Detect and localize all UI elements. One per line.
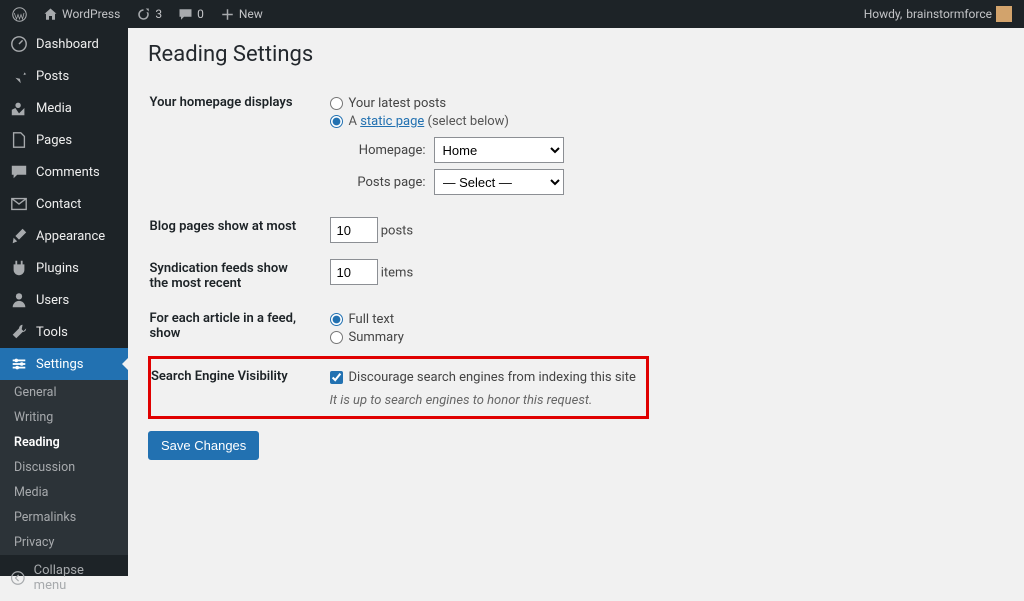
- sidebar-item-label: Plugins: [36, 261, 79, 276]
- radio-latest-label: Your latest posts: [349, 96, 447, 111]
- collapse-label: Collapse menu: [34, 563, 118, 593]
- submenu-media[interactable]: Media: [0, 480, 128, 505]
- sidebar-item-label: Users: [36, 293, 69, 308]
- sev-checkbox-label: Discourage search engines from indexing …: [349, 370, 636, 385]
- comments-link[interactable]: 0: [172, 0, 210, 28]
- dashboard-icon: [10, 35, 28, 53]
- search-engine-visibility-row: Search Engine Visibility Discourage sear…: [150, 358, 648, 418]
- sidebar-item-label: Media: [36, 101, 72, 116]
- sidebar-item-label: Dashboard: [36, 37, 99, 52]
- submenu-privacy[interactable]: Privacy: [0, 530, 128, 555]
- row-blogpages-label: Blog pages show at most: [150, 209, 320, 251]
- radio-full-label: Full text: [349, 312, 395, 327]
- submenu-permalinks[interactable]: Permalinks: [0, 505, 128, 530]
- sidebar-item-users[interactable]: Users: [0, 284, 128, 316]
- blog-pages-input[interactable]: [330, 217, 378, 243]
- submenu-reading[interactable]: Reading: [0, 430, 128, 455]
- radio-full-text[interactable]: [330, 313, 343, 326]
- tools-icon: [10, 323, 28, 341]
- sidebar-item-settings[interactable]: Settings: [0, 348, 128, 380]
- settings-submenu: General Writing Reading Discussion Media…: [0, 380, 128, 555]
- settings-form: Your homepage displays Your latest posts…: [148, 85, 649, 419]
- media-icon: [10, 99, 28, 117]
- sidebar-item-dashboard[interactable]: Dashboard: [0, 28, 128, 60]
- collapse-icon: [10, 570, 26, 586]
- syndication-unit: items: [381, 266, 413, 281]
- sidebar-item-label: Contact: [36, 197, 81, 212]
- sev-note: It is up to search engines to honor this…: [330, 393, 636, 408]
- postspage-select[interactable]: — Select —: [434, 169, 564, 195]
- submenu-general[interactable]: General: [0, 380, 128, 405]
- submenu-discussion[interactable]: Discussion: [0, 455, 128, 480]
- home-icon: [43, 7, 58, 22]
- submenu-writing[interactable]: Writing: [0, 405, 128, 430]
- howdy-user: brainstormforce: [906, 7, 992, 21]
- blog-pages-unit: posts: [381, 224, 413, 239]
- content-area: Reading Settings Your homepage displays …: [128, 28, 1024, 576]
- sidebar-item-appearance[interactable]: Appearance: [0, 220, 128, 252]
- row-sev-label: Search Engine Visibility: [150, 358, 320, 418]
- mail-icon: [10, 195, 28, 213]
- collapse-menu[interactable]: Collapse menu: [0, 555, 128, 601]
- row-synd-label: Syndication feeds show the most recent: [150, 251, 320, 301]
- sidebar-item-comments[interactable]: Comments: [0, 156, 128, 188]
- homepage-select-label: Homepage:: [354, 143, 426, 158]
- plugin-icon: [10, 259, 28, 277]
- sev-checkbox[interactable]: [330, 371, 343, 384]
- plus-icon: [220, 7, 235, 22]
- page-title: Reading Settings: [148, 42, 1004, 67]
- updates-count: 3: [155, 7, 162, 21]
- save-button[interactable]: Save Changes: [148, 431, 259, 460]
- user-icon: [10, 291, 28, 309]
- sidebar-item-label: Comments: [36, 165, 100, 180]
- sidebar-item-tools[interactable]: Tools: [0, 316, 128, 348]
- sidebar-item-contact[interactable]: Contact: [0, 188, 128, 220]
- sidebar-item-plugins[interactable]: Plugins: [0, 252, 128, 284]
- site-name: WordPress: [62, 7, 120, 21]
- sidebar-item-pages[interactable]: Pages: [0, 124, 128, 156]
- sidebar-item-label: Tools: [36, 325, 68, 340]
- site-name-link[interactable]: WordPress: [37, 0, 126, 28]
- radio-summary[interactable]: [330, 331, 343, 344]
- postspage-select-label: Posts page:: [354, 175, 426, 190]
- admin-sidebar: Dashboard Posts Media Pages Comments Con…: [0, 28, 128, 576]
- row-homepage-label: Your homepage displays: [150, 85, 320, 209]
- comments-count: 0: [197, 7, 204, 21]
- radio-latest-posts[interactable]: [330, 97, 343, 110]
- syndication-input[interactable]: [330, 259, 378, 285]
- new-label: New: [239, 7, 263, 21]
- page-icon: [10, 131, 28, 149]
- wp-logo[interactable]: [6, 0, 33, 28]
- sidebar-item-label: Settings: [36, 357, 83, 372]
- comment-icon: [178, 7, 193, 22]
- radio-static-suffix: (select below): [428, 114, 509, 129]
- brush-icon: [10, 227, 28, 245]
- comment-icon: [10, 163, 28, 181]
- radio-static-page[interactable]: [330, 115, 343, 128]
- row-feed-label: For each article in a feed, show: [150, 301, 320, 358]
- static-page-link[interactable]: static page: [360, 114, 424, 129]
- updates-link[interactable]: 3: [130, 0, 168, 28]
- settings-icon: [10, 355, 28, 373]
- avatar: [996, 6, 1012, 22]
- sidebar-item-label: Posts: [36, 69, 69, 84]
- radio-summary-label: Summary: [349, 330, 404, 345]
- sidebar-item-media[interactable]: Media: [0, 92, 128, 124]
- radio-static-prefix: A: [349, 114, 357, 129]
- user-menu[interactable]: Howdy, brainstormforce: [858, 0, 1018, 28]
- howdy-prefix: Howdy,: [864, 7, 903, 21]
- wordpress-icon: [12, 7, 27, 22]
- sidebar-item-label: Pages: [36, 133, 72, 148]
- pin-icon: [10, 67, 28, 85]
- sidebar-item-posts[interactable]: Posts: [0, 60, 128, 92]
- sidebar-item-label: Appearance: [36, 229, 105, 244]
- new-content-link[interactable]: New: [214, 0, 269, 28]
- homepage-select[interactable]: Home: [434, 137, 564, 163]
- update-icon: [136, 7, 151, 22]
- admin-bar: WordPress 3 0 New Howdy, brainstormforce: [0, 0, 1024, 28]
